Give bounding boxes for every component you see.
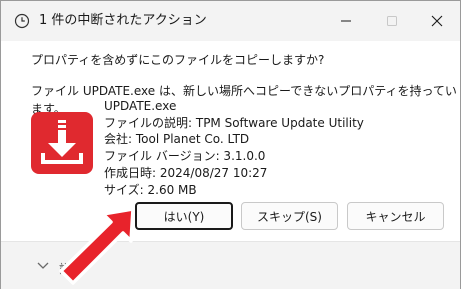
minimize-icon xyxy=(341,20,351,22)
cancel-button[interactable]: キャンセル xyxy=(347,202,444,230)
dialog-window: 1 件の中断されたアクション プロパティを含めずにこのファイルをコピーしますか?… xyxy=(0,0,461,289)
minimize-button[interactable] xyxy=(323,1,369,41)
title-bar: 1 件の中断されたアクション xyxy=(1,1,460,41)
clock-icon xyxy=(14,13,30,29)
file-info: UPDATE.exe ファイルの説明: TPM Software Update … xyxy=(104,98,364,198)
question-text: プロパティを含めずにこのファイルをコピーしますか? xyxy=(31,53,325,67)
maximize-icon xyxy=(387,16,397,26)
file-company: 会社: Tool Planet Co. LTD xyxy=(104,132,250,147)
file-version: ファイル バージョン: 3.1.0.0 xyxy=(104,149,266,164)
close-icon xyxy=(431,15,443,27)
download-app-icon xyxy=(31,112,93,174)
close-button[interactable] xyxy=(414,1,460,41)
skip-button[interactable]: スキップ(S) xyxy=(241,202,338,230)
file-created: 作成日時: 2024/08/27 10:27 xyxy=(104,165,268,180)
window-title: 1 件の中断されたアクション xyxy=(39,13,207,28)
maximize-button[interactable] xyxy=(369,1,415,41)
pointer-arrow-icon xyxy=(59,207,135,285)
file-name: UPDATE.exe xyxy=(104,99,177,113)
file-description: ファイルの説明: TPM Software Update Utility xyxy=(104,115,364,130)
